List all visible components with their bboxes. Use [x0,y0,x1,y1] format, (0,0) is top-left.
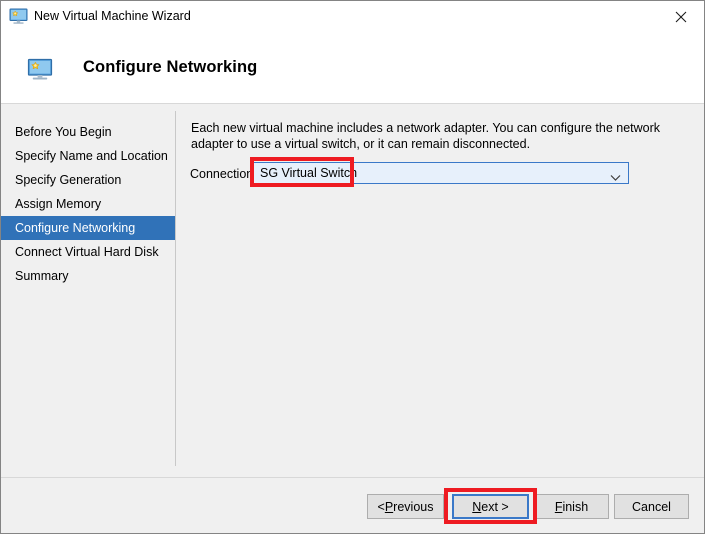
title-bar: New Virtual Machine Wizard [1,1,704,34]
virtual-machine-icon [9,7,28,26]
sidebar-item-label: Before You Begin [15,125,112,139]
description-text: Each new virtual machine includes a netw… [191,120,683,152]
window-title: New Virtual Machine Wizard [34,9,191,23]
virtual-machine-icon [27,57,53,83]
sidebar-item-configure-networking[interactable]: Configure Networking [1,216,175,240]
connection-combobox[interactable]: SG Virtual Switch [253,162,629,184]
page-title: Configure Networking [83,58,257,77]
next-button-mnemonic: N [472,500,481,514]
sidebar-item-specify-name-and-location[interactable]: Specify Name and Location [1,144,175,168]
wizard-content-pane: Each new virtual machine includes a netw… [176,104,704,476]
finish-button-mnemonic: F [555,500,563,514]
next-button[interactable]: Next > [452,494,529,519]
sidebar-item-specify-generation[interactable]: Specify Generation [1,168,175,192]
new-virtual-machine-wizard-window: New Virtual Machine Wizard Configure Net… [0,0,705,534]
connection-combobox-value: SG Virtual Switch [260,166,357,180]
wizard-step-list: Before You Begin Specify Name and Locati… [1,104,175,476]
sidebar-item-before-you-begin[interactable]: Before You Begin [1,120,175,144]
sidebar-item-label: Connect Virtual Hard Disk [15,245,159,259]
chevron-down-icon[interactable] [610,169,621,177]
close-icon [675,11,687,23]
sidebar-item-connect-virtual-hard-disk[interactable]: Connect Virtual Hard Disk [1,240,175,264]
sidebar-item-label: Configure Networking [15,221,135,235]
wizard-footer: < Previous Next > Finish Cancel [1,478,704,533]
sidebar-item-label: Assign Memory [15,197,101,211]
previous-button[interactable]: < Previous [367,494,444,519]
previous-button-mnemonic: P [385,500,393,514]
connection-label: Connection: [190,167,257,181]
cancel-button[interactable]: Cancel [614,494,689,519]
sidebar-item-label: Specify Name and Location [15,149,168,163]
finish-button-rest: inish [562,500,588,514]
next-button-rest: ext > [481,500,508,514]
wizard-header: Configure Networking [1,33,704,104]
cancel-button-label: Cancel [632,500,671,514]
close-button[interactable] [658,1,704,32]
sidebar-item-label: Summary [15,269,68,283]
previous-button-prefix: < [378,500,385,514]
sidebar-item-label: Specify Generation [15,173,121,187]
finish-button[interactable]: Finish [534,494,609,519]
previous-button-rest: revious [393,500,433,514]
sidebar-item-assign-memory[interactable]: Assign Memory [1,192,175,216]
sidebar-item-summary[interactable]: Summary [1,264,175,288]
